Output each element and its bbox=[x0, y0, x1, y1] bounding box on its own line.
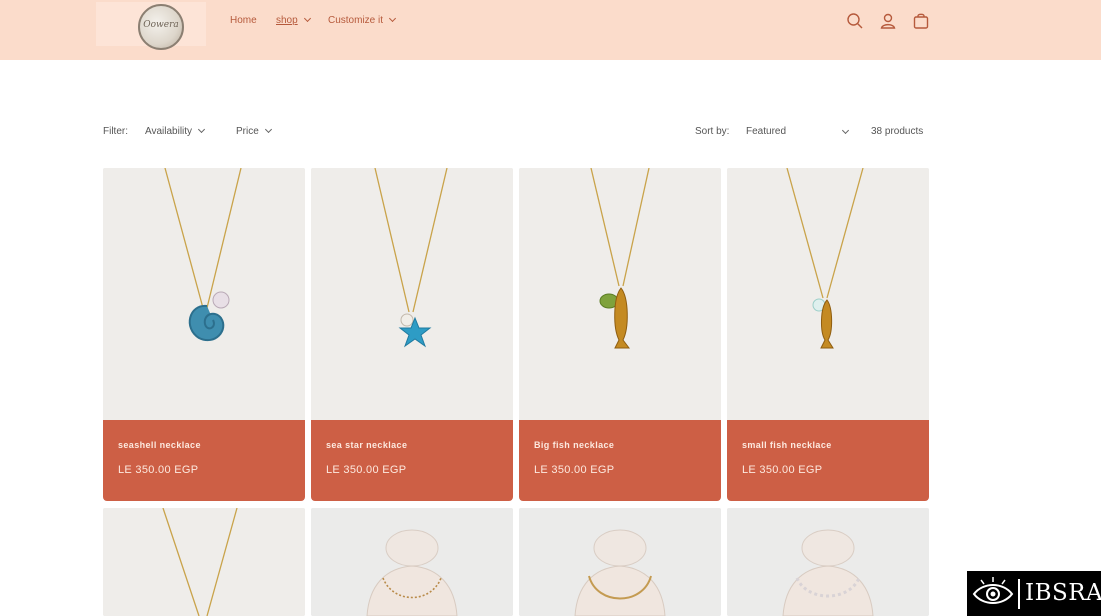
nav-shop-label: shop bbox=[276, 15, 298, 26]
product-card[interactable] bbox=[311, 508, 513, 616]
watermark: IBSRA bbox=[967, 571, 1101, 616]
nav-home[interactable]: Home bbox=[230, 15, 257, 26]
product-title[interactable]: Big fish necklace bbox=[534, 440, 614, 450]
product-image[interactable] bbox=[519, 168, 721, 420]
product-info: seashell necklace LE 350.00 EGP bbox=[103, 420, 305, 501]
product-card-small-fish[interactable]: small fish necklace LE 350.00 EGP bbox=[727, 168, 929, 501]
site-header: Oowera Home shop Customize it bbox=[0, 0, 1101, 60]
product-card[interactable] bbox=[103, 508, 305, 616]
filter-availability[interactable]: Availability bbox=[145, 125, 206, 137]
product-image[interactable] bbox=[311, 168, 513, 420]
sort-select-value: Featured bbox=[746, 126, 787, 137]
product-title[interactable]: seashell necklace bbox=[118, 440, 201, 450]
nav-shop[interactable]: shop bbox=[276, 14, 311, 26]
product-image[interactable] bbox=[727, 168, 929, 420]
product-image[interactable] bbox=[311, 508, 513, 616]
chevron-down-icon bbox=[388, 14, 397, 23]
sort-select[interactable]: Featured bbox=[746, 126, 850, 137]
product-image[interactable] bbox=[727, 508, 929, 616]
product-info: sea star necklace LE 350.00 EGP bbox=[311, 420, 513, 501]
chevron-down-icon bbox=[264, 125, 272, 134]
chevron-down-icon bbox=[198, 125, 206, 134]
account-icon[interactable] bbox=[879, 12, 897, 30]
nav-customize[interactable]: Customize it bbox=[328, 14, 397, 26]
product-info: Big fish necklace LE 350.00 EGP bbox=[519, 420, 721, 501]
search-icon[interactable] bbox=[846, 12, 864, 30]
product-card-seashell[interactable]: seashell necklace LE 350.00 EGP bbox=[103, 168, 305, 501]
watermark-text: IBSRA bbox=[1025, 580, 1101, 606]
product-image[interactable] bbox=[519, 508, 721, 616]
product-price: LE 350.00 EGP bbox=[118, 464, 199, 476]
logo-text: Oowera bbox=[143, 20, 179, 30]
product-image[interactable] bbox=[103, 168, 305, 420]
product-price: LE 350.00 EGP bbox=[534, 464, 615, 476]
product-info: small fish necklace LE 350.00 EGP bbox=[727, 420, 929, 501]
product-count: 38 products bbox=[871, 126, 924, 137]
filter-price[interactable]: Price bbox=[236, 125, 272, 137]
product-card[interactable] bbox=[519, 508, 721, 616]
product-card[interactable] bbox=[727, 508, 929, 616]
filter-label: Filter: bbox=[103, 126, 128, 137]
filter-price-label: Price bbox=[236, 126, 259, 137]
logo-badge: Oowera bbox=[138, 4, 184, 50]
filter-availability-label: Availability bbox=[145, 126, 193, 137]
product-title[interactable]: small fish necklace bbox=[742, 440, 832, 450]
product-card-sea-star[interactable]: sea star necklace LE 350.00 EGP bbox=[311, 168, 513, 501]
cart-icon[interactable] bbox=[912, 12, 930, 30]
sort-label: Sort by: bbox=[695, 126, 730, 137]
product-image[interactable] bbox=[103, 508, 305, 616]
product-price: LE 350.00 EGP bbox=[326, 464, 407, 476]
nav-customize-label: Customize it bbox=[328, 15, 384, 26]
product-title[interactable]: sea star necklace bbox=[326, 440, 407, 450]
watermark-divider bbox=[1018, 579, 1020, 609]
logo[interactable]: Oowera bbox=[96, 2, 206, 50]
product-price: LE 350.00 EGP bbox=[742, 464, 823, 476]
chevron-down-icon bbox=[303, 14, 311, 23]
product-card-big-fish[interactable]: Big fish necklace LE 350.00 EGP bbox=[519, 168, 721, 501]
chevron-down-icon bbox=[841, 126, 850, 135]
eye-icon bbox=[972, 577, 1014, 604]
